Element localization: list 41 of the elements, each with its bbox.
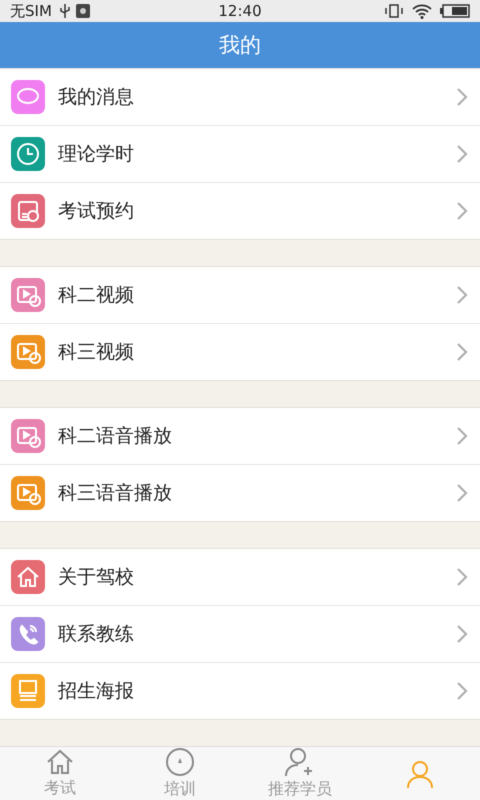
chevron-icon <box>456 681 468 701</box>
chevron-icon <box>456 624 468 644</box>
carrier-text: 无SIM <box>10 2 52 21</box>
chevron-icon <box>456 483 468 503</box>
menu-label: 科二语音播放 <box>58 424 173 449</box>
menu-item[interactable]: 联系教练 <box>0 605 480 662</box>
chevron-icon <box>456 567 468 587</box>
menu-label: 联系教练 <box>58 622 135 647</box>
menu-item[interactable]: 科三语音播放 <box>0 464 480 521</box>
menu-item[interactable]: 理论学时 <box>0 125 480 182</box>
menu-item[interactable]: 关于驾校 <box>0 549 480 605</box>
menu-label: 关于驾校 <box>58 565 135 590</box>
usb-icon <box>60 3 70 20</box>
menu-label: 招生海报 <box>58 679 135 704</box>
compass-icon <box>165 747 195 777</box>
menu-item[interactable]: 考试预约 <box>0 182 480 239</box>
menu-label: 理论学时 <box>58 142 135 167</box>
battery-icon <box>440 4 470 18</box>
home-icon <box>45 748 75 776</box>
chevron-icon <box>456 201 468 221</box>
menu-label: 科三视频 <box>58 340 135 365</box>
chevron-icon <box>456 285 468 305</box>
chevron-icon <box>456 342 468 362</box>
person-icon <box>405 758 435 788</box>
chevron-icon <box>456 144 468 164</box>
chevron-icon <box>456 426 468 446</box>
clock-text: 12:40 <box>218 2 262 20</box>
menu-item[interactable]: 招生海报 <box>0 662 480 719</box>
menu-item[interactable]: 科二视频 <box>0 267 480 323</box>
page-title: 我的 <box>219 32 261 60</box>
menu-item[interactable]: 科三视频 <box>0 323 480 380</box>
vibrate-icon <box>384 4 404 18</box>
menu-label: 考试预约 <box>58 199 135 224</box>
menu-item[interactable]: 我的消息 <box>0 69 480 125</box>
menu-item[interactable]: 科二语音播放 <box>0 408 480 464</box>
menu-label: 科二视频 <box>58 283 135 308</box>
notification-icon <box>76 4 90 18</box>
chevron-icon <box>456 87 468 107</box>
wifi-icon <box>412 4 432 19</box>
menu-label: 科三语音播放 <box>58 481 173 506</box>
menu-label: 我的消息 <box>58 85 135 110</box>
